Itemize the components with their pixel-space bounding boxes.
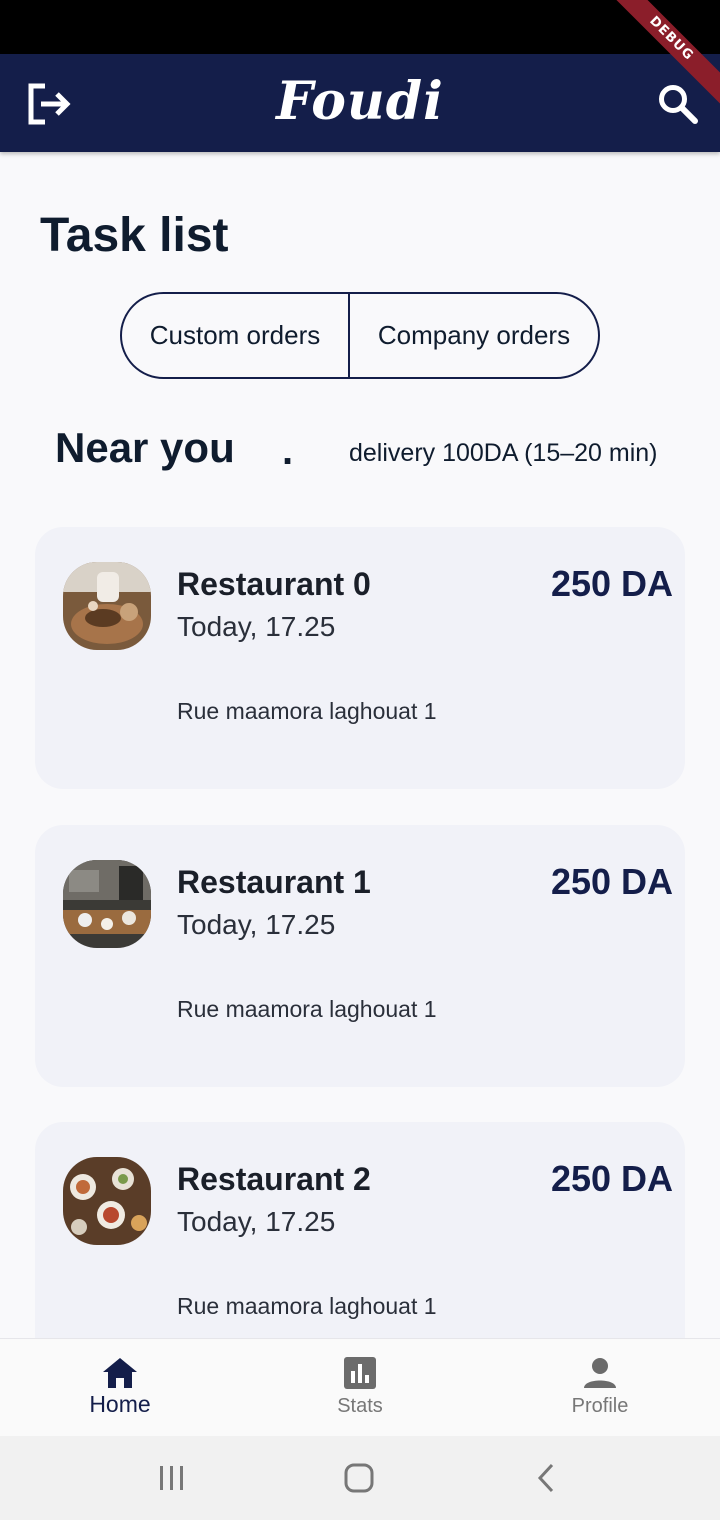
- bar-chart-icon: [344, 1357, 376, 1389]
- system-navigation-bar: [0, 1436, 720, 1520]
- order-card[interactable]: Restaurant 0 Today, 17.25 250 DA Rue maa…: [35, 527, 685, 789]
- debug-banner-label: DEBUG: [610, 0, 720, 107]
- restaurant-photo: [63, 860, 151, 948]
- home-icon: [103, 1358, 137, 1388]
- restaurant-name: Restaurant 1: [177, 864, 371, 900]
- home-button-icon: [344, 1463, 374, 1493]
- restaurant-name: Restaurant 2: [177, 1161, 371, 1197]
- home-system-button[interactable]: [339, 1458, 379, 1498]
- restaurant-photo: [63, 1157, 151, 1245]
- section-separator: .: [282, 429, 294, 473]
- section-title: Near you: [55, 424, 235, 471]
- debug-banner: DEBUG: [610, 0, 720, 110]
- bottom-navigation: Home Stats Profile: [0, 1338, 720, 1436]
- page-title: Task list: [40, 209, 229, 262]
- custom-orders-toggle[interactable]: Custom orders: [122, 294, 350, 377]
- person-icon: [584, 1358, 616, 1388]
- back-button[interactable]: [526, 1458, 566, 1498]
- order-price: 250 DA: [550, 563, 673, 604]
- order-time: Today, 17.25: [177, 909, 336, 940]
- nav-home[interactable]: Home: [0, 1339, 240, 1436]
- nav-home-label: Home: [89, 1391, 151, 1417]
- delivery-info: delivery 100DA (15–20 min): [349, 439, 658, 467]
- company-orders-toggle[interactable]: Company orders: [350, 294, 598, 377]
- nav-profile-label: Profile: [571, 1395, 629, 1417]
- recents-icon: [160, 1466, 183, 1490]
- nav-stats-label: Stats: [337, 1395, 383, 1417]
- order-time: Today, 17.25: [177, 1206, 336, 1237]
- order-card[interactable]: Restaurant 1 Today, 17.25 250 DA Rue maa…: [35, 825, 685, 1087]
- order-price: 250 DA: [550, 861, 673, 902]
- order-price: 250 DA: [550, 1158, 673, 1199]
- order-address: Rue maamora laghouat 1: [177, 1293, 437, 1319]
- order-time: Today, 17.25: [177, 611, 336, 642]
- nav-profile[interactable]: Profile: [480, 1339, 720, 1436]
- order-type-toggle: Custom orders Company orders: [120, 292, 600, 379]
- restaurant-photo: [63, 562, 151, 650]
- back-icon: [537, 1463, 554, 1493]
- recents-button[interactable]: [152, 1458, 192, 1498]
- order-address: Rue maamora laghouat 1: [177, 996, 437, 1022]
- nav-stats[interactable]: Stats: [240, 1339, 480, 1436]
- order-address: Rue maamora laghouat 1: [177, 698, 437, 724]
- restaurant-name: Restaurant 0: [177, 566, 371, 602]
